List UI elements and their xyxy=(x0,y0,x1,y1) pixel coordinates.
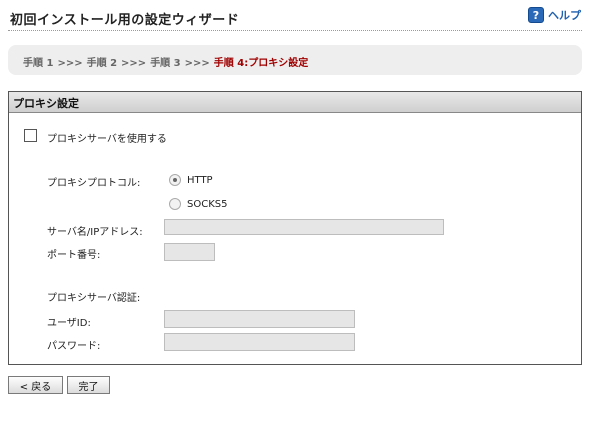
protocol-label: プロキシプロトコル: xyxy=(47,178,141,189)
breadcrumb-separator: >>> xyxy=(121,58,147,69)
header-divider xyxy=(8,30,582,31)
userid-input[interactable] xyxy=(164,310,355,328)
breadcrumb-step-3: 手順 3 xyxy=(150,58,181,69)
protocol-socks5-radio[interactable] xyxy=(169,198,181,210)
port-label: ポート番号: xyxy=(47,250,101,261)
breadcrumb-current-step: 手順 4:プロキシ設定 xyxy=(213,58,309,69)
use-proxy-checkbox[interactable] xyxy=(24,129,37,142)
breadcrumb-separator: >>> xyxy=(57,58,83,69)
breadcrumb: 手順 1 >>> 手順 2 >>> 手順 3 >>> 手順 4:プロキシ設定 xyxy=(8,45,582,75)
protocol-http-radio[interactable] xyxy=(169,174,181,186)
use-proxy-label: プロキシサーバを使用する xyxy=(47,134,167,145)
help-icon: ? xyxy=(528,7,544,23)
protocol-http-label: HTTP xyxy=(187,175,213,186)
page-title: 初回インストール用の設定ウィザード xyxy=(10,13,240,28)
breadcrumb-separator: >>> xyxy=(184,58,210,69)
panel-header: プロキシ設定 xyxy=(9,92,581,113)
password-label: パスワード: xyxy=(47,341,101,352)
breadcrumb-step-1: 手順 1 xyxy=(23,58,54,69)
server-input[interactable] xyxy=(164,219,444,235)
auth-label: プロキシサーバ認証: xyxy=(47,293,141,304)
proxy-settings-panel: プロキシ設定 プロキシサーバを使用する プロキシプロトコル: HTTP SOCK… xyxy=(8,91,582,365)
panel-title: プロキシ設定 xyxy=(13,97,79,110)
breadcrumb-step-2: 手順 2 xyxy=(86,58,118,69)
help-link[interactable]: ? ヘルプ xyxy=(528,7,581,23)
server-label: サーバ名/IPアドレス: xyxy=(47,227,143,238)
protocol-socks5-label: SOCKS5 xyxy=(187,199,228,210)
help-label: ヘルプ xyxy=(548,9,581,22)
password-input[interactable] xyxy=(164,333,355,351)
finish-button[interactable]: 完了 xyxy=(67,376,110,394)
userid-label: ユーザID: xyxy=(47,318,91,329)
back-button[interactable]: < 戻る xyxy=(8,376,63,394)
port-input[interactable] xyxy=(164,243,215,261)
